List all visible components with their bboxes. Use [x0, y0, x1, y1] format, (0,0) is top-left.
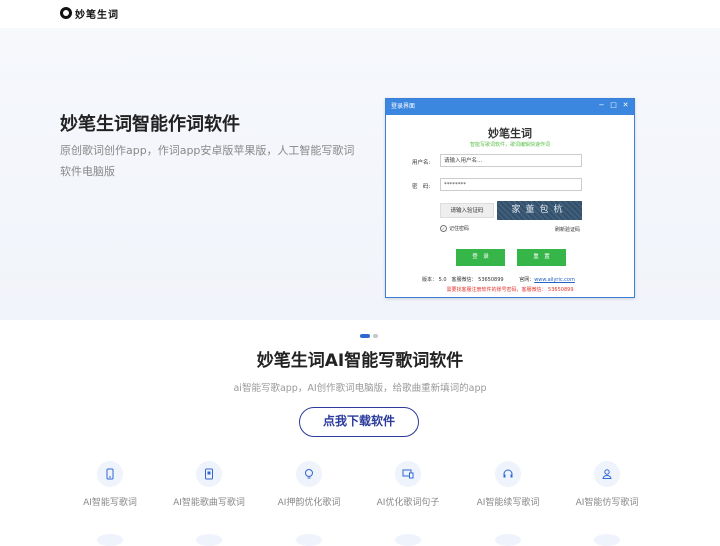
carousel-indicators	[360, 334, 378, 338]
maximize-icon: □	[610, 101, 617, 109]
close-icon: ✕	[622, 101, 629, 109]
official-label: 官网：	[519, 277, 535, 283]
login-button: 登 录	[456, 249, 505, 266]
window-title: 登录界面	[391, 103, 416, 110]
password-label: 密 码:	[412, 184, 431, 190]
headset-icon	[503, 469, 513, 478]
register-notice: 需要找客服注册软件的账号密码，客服微信： 53650899	[446, 287, 574, 293]
hero-title: 妙笔生词智能作词软件	[60, 114, 240, 135]
window-titlebar: 登录界面 − □ ✕	[386, 99, 634, 115]
tablet-icon	[205, 468, 213, 480]
feature-icon-peek	[296, 534, 322, 546]
username-label: 用户名:	[412, 160, 431, 166]
site-logo[interactable]: 妙笔生词	[60, 6, 119, 21]
devices-icon	[402, 469, 414, 479]
captcha-input-button: 请输入验证码	[440, 203, 494, 218]
feature-label: AI智能写歌词	[83, 498, 137, 508]
carousel-dot-2[interactable]	[373, 334, 378, 338]
feature-item[interactable]: AI智能歌曲写歌词	[154, 461, 264, 508]
phone-icon	[106, 468, 114, 480]
version-info: 版本： 5.0 客服微信： 53650899 官网：www.ailyric.co…	[422, 276, 575, 283]
user-icon	[602, 469, 612, 479]
download-button[interactable]: 点我下载软件	[299, 407, 419, 437]
feature-icon-peek	[97, 534, 123, 546]
username-field: 请输入用户名...	[440, 154, 582, 167]
hero-banner: 妙笔生词智能作词软件 原创歌词创作app，作词app安卓版苹果版，人工智能写歌词…	[0, 28, 720, 338]
feature-label: AI智能仿写歌词	[575, 498, 639, 508]
reset-button: 重 置	[517, 249, 566, 266]
login-window-screenshot: 登录界面 − □ ✕ 妙笔生词 智能写歌词软件，歌词编辑快速作词 用户名: 请输…	[385, 98, 635, 298]
feature-icon-peek	[395, 534, 421, 546]
remember-password: ✓ 记住密码	[440, 225, 469, 232]
feature-item[interactable]: AI优化歌词句子	[353, 461, 463, 508]
feature-icon-peek	[495, 534, 521, 546]
remember-label: 记住密码	[449, 226, 470, 232]
feature-item[interactable]: AI智能续写歌词	[453, 461, 563, 508]
feature-label: AI优化歌词句子	[376, 498, 440, 508]
feature-label: AI智能续写歌词	[476, 498, 540, 508]
feature-item[interactable]: AI押韵优化歌词	[254, 461, 364, 508]
feature-label: AI押韵优化歌词	[277, 498, 341, 508]
feature-label: AI智能歌曲写歌词	[173, 498, 245, 508]
checkbox-icon: ✓	[440, 225, 447, 232]
captcha-image: 家董包杭	[497, 201, 582, 220]
app-name: 妙笔生词	[488, 127, 532, 140]
refresh-captcha-link: 刷新验证码	[555, 227, 581, 233]
section-title: 妙笔生词AI智能写歌词软件	[256, 351, 464, 371]
logo-icon	[60, 7, 72, 19]
password-field: ********	[440, 178, 582, 191]
carousel-dot-1[interactable]	[360, 334, 370, 338]
minimize-icon: −	[598, 101, 605, 109]
feature-item[interactable]: AI智能写歌词	[55, 461, 165, 508]
logo-text: 妙笔生词	[75, 9, 119, 21]
hero-description: 原创歌词创作app，作词app安卓版苹果版，人工智能写歌词软件电脑版	[60, 144, 355, 178]
lightbulb-icon	[305, 469, 313, 479]
section-subtitle: ai智能写歌app，AI创作歌词电脑版，给歌曲重新填词的app	[233, 383, 487, 394]
official-url: www.ailyric.com	[534, 277, 575, 283]
app-slogan: 智能写歌词软件，歌词编辑快速作词	[469, 142, 550, 148]
window-controls: − □ ✕	[597, 101, 630, 110]
feature-icon-peek	[196, 534, 222, 546]
version-text: 版本： 5.0 客服微信： 53650899	[422, 277, 504, 283]
top-bar: 妙笔生词	[0, 0, 720, 28]
feature-item[interactable]: AI智能仿写歌词	[552, 461, 662, 508]
feature-icon-peek	[594, 534, 620, 546]
